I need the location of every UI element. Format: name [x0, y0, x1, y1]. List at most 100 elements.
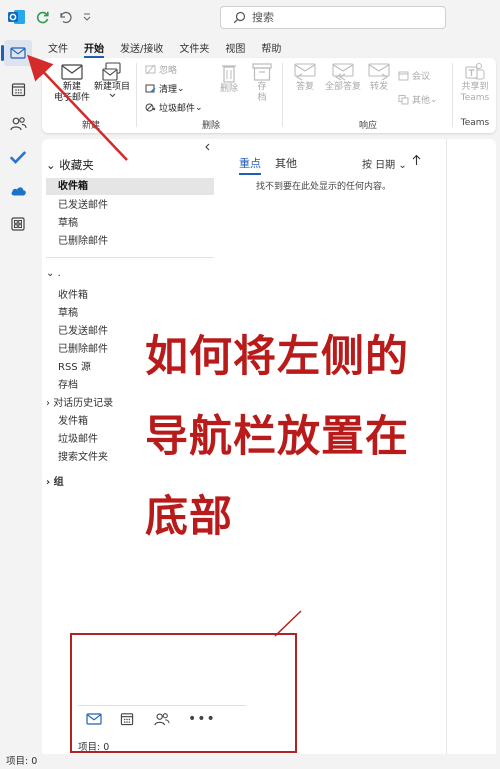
reply-button[interactable]: 答复 [290, 62, 320, 93]
sort-by-date-button[interactable]: 按 日期 ⌄ [362, 156, 407, 171]
ignore-icon [145, 64, 156, 75]
folder-inbox[interactable]: 收件箱 [58, 286, 88, 301]
tab-home[interactable]: 开始 [76, 37, 112, 58]
delete-button[interactable]: 删除 [214, 62, 244, 95]
tab-file[interactable]: 文件 [40, 37, 76, 57]
cleanup-button[interactable]: 清理 ⌄ [145, 82, 185, 95]
reading-pane-divider [446, 139, 447, 754]
reply-icon [294, 63, 316, 81]
folder-rss[interactable]: RSS 源 [58, 358, 91, 373]
tab-focused[interactable]: 重点 [239, 155, 261, 175]
favorites-header[interactable]: ⌄ 收藏夹 [46, 157, 94, 173]
cleanup-label: 清理 [159, 85, 178, 95]
folder-search[interactable]: 搜索文件夹 [58, 448, 108, 463]
empty-list-message: 找不到要在此处显示的任何内容。 [256, 182, 392, 192]
ignore-label: 忽略 [159, 66, 178, 76]
archive-icon [252, 63, 272, 81]
trash-icon [222, 65, 236, 83]
group-respond-label: 响应 [358, 121, 377, 131]
rail-calendar-button[interactable] [4, 76, 32, 102]
rail-onedrive-button[interactable] [4, 177, 32, 203]
archive-label-2: 档 [257, 93, 267, 103]
inset-mail-button[interactable] [86, 713, 102, 728]
forward-label: 转发 [369, 82, 388, 92]
app-navigation-rail [0, 36, 36, 754]
forward-icon [368, 63, 390, 81]
ignore-button[interactable]: 忽略 [145, 63, 177, 76]
new-item-label: 新建项目 [93, 82, 130, 92]
rail-mail-button[interactable] [1, 40, 32, 66]
ribbon-divider [282, 63, 283, 127]
new-email-icon [61, 64, 83, 80]
chevron-down-icon: ⌄ [195, 102, 203, 113]
new-item-button[interactable]: 新建项目 [90, 62, 134, 98]
sync-icon[interactable] [33, 8, 51, 26]
search-box[interactable] [220, 6, 446, 29]
folder-sent[interactable]: 已发送邮件 [58, 322, 108, 337]
favorite-drafts[interactable]: 草稿 [58, 214, 78, 229]
forward-button[interactable]: 转发 [364, 62, 394, 93]
outlook-logo-icon [8, 8, 26, 26]
folder-archive[interactable]: 存档 [58, 376, 78, 391]
rail-people-button[interactable] [4, 110, 32, 136]
inset-divider [78, 705, 246, 706]
apps-grid-icon [11, 217, 25, 231]
more-apps-icon[interactable]: ••• [188, 711, 216, 727]
more-respond-button[interactable]: 其他 ⌄ [398, 93, 438, 106]
sort-direction-icon[interactable] [412, 154, 421, 169]
people-icon [154, 713, 170, 726]
folder-divider [46, 257, 214, 258]
group-teams-label: Teams [460, 118, 490, 128]
folder-deleted[interactable]: 已删除邮件 [58, 340, 108, 355]
folder-conversation-history[interactable]: › 对话历史记录 [46, 394, 113, 409]
title-bar [0, 0, 500, 36]
meeting-button[interactable]: 会议 [398, 69, 430, 82]
people-icon [9, 116, 27, 130]
new-item-icon [102, 62, 121, 81]
tab-view[interactable]: 视图 [217, 37, 253, 57]
search-input[interactable] [252, 11, 422, 24]
chevron-down-icon: ⌄ [46, 158, 56, 172]
annotation-line-1: 如何将左侧的 [145, 332, 409, 382]
chevron-down-icon [109, 93, 115, 98]
share-to-teams-button[interactable]: 共享到 Teams [456, 62, 494, 104]
more-respond-icon [398, 95, 409, 105]
calendar-icon [11, 82, 25, 96]
folder-drafts[interactable]: 草稿 [58, 304, 78, 319]
tab-other[interactable]: 其他 [275, 155, 297, 171]
share-to-teams-label-2: Teams [460, 93, 490, 103]
favorite-inbox[interactable]: 收件箱 [46, 178, 214, 195]
onedrive-cloud-icon [11, 186, 26, 195]
chevron-right-icon: › [46, 398, 50, 409]
inset-calendar-button[interactable] [120, 712, 134, 729]
collapse-pane-icon[interactable] [204, 143, 211, 154]
folder-junk[interactable]: 垃圾邮件 [58, 430, 98, 445]
reply-all-button[interactable]: 全部答复 [322, 62, 364, 93]
sort-label: 按 日期 [362, 160, 396, 171]
junk-button[interactable]: 垃圾邮件 ⌄ [145, 101, 203, 114]
favorite-deleted[interactable]: 已删除邮件 [58, 232, 108, 247]
archive-label-1: 存 [257, 82, 267, 92]
rail-apps-button[interactable] [4, 211, 32, 237]
account-label: . [57, 268, 61, 279]
account-header[interactable]: ⌄ . [46, 268, 61, 279]
rail-todo-button[interactable] [4, 144, 32, 170]
folder-outbox[interactable]: 发件箱 [58, 412, 88, 427]
archive-button[interactable]: 存 档 [248, 62, 276, 104]
chevron-down-icon: ⌄ [398, 160, 407, 171]
favorite-sent[interactable]: 已发送邮件 [58, 196, 108, 211]
groups-header[interactable]: › 组 [46, 473, 64, 488]
inset-people-button[interactable] [154, 712, 170, 729]
share-to-teams-label-1: 共享到 [461, 82, 489, 92]
tab-folder[interactable]: 文件夹 [171, 37, 217, 57]
ribbon-divider [136, 63, 137, 127]
mail-icon [10, 47, 26, 59]
status-bar: 项目: 0 [0, 754, 500, 769]
more-respond-label: 其他 [412, 96, 431, 106]
undo-icon[interactable] [56, 8, 74, 26]
tab-help[interactable]: 帮助 [253, 37, 289, 57]
customize-toolbar-icon[interactable] [78, 8, 96, 26]
tab-send-receive[interactable]: 发送/接收 [112, 37, 171, 57]
status-item-count: 项目: 0 [6, 756, 38, 767]
new-email-button[interactable]: 新建 电子邮件 [52, 62, 92, 104]
